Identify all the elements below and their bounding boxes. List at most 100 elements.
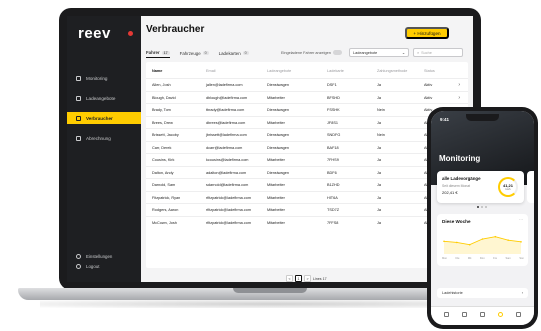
table-row[interactable]: Rodgers, Aaron rfitzpatrick@ladefirma.com…: [146, 203, 468, 216]
table-row[interactable]: McCown, Josh rfitzpatrick@ladefirma.com Mi…: [146, 215, 468, 229]
chart-point: [443, 240, 445, 243]
column-header[interactable]: Status: [424, 69, 435, 73]
table-cell: adalton@ladefirma.com: [206, 170, 247, 175]
tab-ladekarten[interactable]: Ladekarten 0: [219, 50, 249, 58]
table-cell: McCown, Josh: [152, 220, 177, 225]
tab-fahrer[interactable]: Fahrer 17: [146, 50, 170, 58]
phone-screen: 9:41 Monitoring alle Ladevorgänge Seit d…: [431, 111, 534, 325]
sidebar-item-verbraucher[interactable]: Verbraucher: [67, 112, 141, 124]
next-card-peek[interactable]: [527, 171, 534, 203]
card-sub: Seit diesem Monat: [442, 184, 471, 188]
more-icon[interactable]: ···: [519, 217, 523, 222]
table-cell: dbrees@ladefirma.com: [206, 120, 246, 125]
table-cell: Ja: [377, 195, 382, 200]
tab-bar: Fahrer 17 Fahrzeuge 0 Ladekarten 0: [146, 50, 249, 58]
column-header[interactable]: Ladekarte: [327, 69, 344, 73]
notification-icon[interactable]: [128, 31, 133, 36]
table-cell: JF8S1: [327, 120, 338, 125]
carousel-dots: [477, 206, 487, 208]
sidebar-item-label: Einstellungen: [86, 254, 113, 259]
table-cell: Mitarbeiter: [267, 158, 285, 162]
weekday-label: Sam: [505, 257, 511, 260]
sidebar-item-abrechnung[interactable]: Abrechnung: [67, 132, 141, 144]
prev-page-button[interactable]: <: [286, 275, 293, 282]
table-cell: Allen, Josh: [152, 83, 171, 87]
table-cell: Brees, Drew: [152, 120, 173, 125]
table-row[interactable]: Brees, Drew dbrees@ladefirma.com Mitarbeit…: [146, 115, 468, 129]
table-row[interactable]: Carr, Derek dcarr@ladefirma.com Dienstwage…: [146, 140, 468, 154]
chevron-right-icon[interactable]: ›: [458, 95, 460, 101]
table-cell: Blough, David: [152, 95, 176, 100]
list-item-ladehistorie[interactable]: Ladehistorie ›: [437, 288, 528, 298]
table-row[interactable]: Allen, Josh jallen@ladefirma.com Dienstwag…: [146, 78, 468, 91]
table-row[interactable]: Brady, Tom tbrady@ladefirma.com Dienstwage…: [146, 103, 468, 116]
column-header[interactable]: Name: [152, 69, 162, 73]
table-cell: Ja: [377, 145, 382, 150]
table-cell: Aktiv: [424, 83, 433, 87]
table-cell: BDF6: [327, 170, 337, 175]
charging-icon[interactable]: [461, 312, 467, 317]
sidebar-item-label: Monitoring: [86, 75, 108, 81]
card-icon[interactable]: [479, 312, 485, 317]
tab-label: Fahrzeuge: [179, 50, 201, 56]
table-cell: 7FHS9: [327, 158, 339, 162]
table-cell: Dienstwagen: [267, 83, 289, 87]
sidebar-item-logout[interactable]: Logout: [76, 264, 99, 269]
table-cell: TSD7Z: [327, 208, 340, 212]
table-row[interactable]: Darnold, Sam sdarnold@ladefirma.com Mitarb…: [146, 178, 468, 191]
tab-fahrzeuge[interactable]: Fahrzeuge 0: [180, 50, 209, 58]
tab-label: Fahrer: [146, 50, 160, 55]
table-cell: sdarnold@ladefirma.com: [206, 183, 249, 187]
table-row[interactable]: Fitzpatrick, Ryan rfitzpatrick@ladefirma.…: [146, 190, 468, 204]
table-cell: Mitarbeiter: [267, 220, 285, 225]
sidebar-item-einstellungen[interactable]: Einstellungen: [76, 254, 112, 259]
list-item-label: Ladehistorie: [442, 291, 463, 295]
table-row[interactable]: Blough, David dblough@ladefirma.com Mitarb…: [146, 90, 468, 104]
chevron-right-icon[interactable]: ›: [458, 82, 460, 88]
user-icon[interactable]: [516, 312, 522, 317]
column-header[interactable]: Ladeangebote: [267, 69, 291, 73]
sidebar-item-ladeangebote[interactable]: Ladeangebote: [67, 92, 141, 104]
device-mockup: reev Monitoring Ladeangebote Verbraucher…: [0, 0, 541, 331]
table-cell: Ja: [377, 158, 382, 162]
charging-summary-card[interactable]: alle Ladevorgänge Seit diesem Monat 202,…: [437, 171, 524, 203]
page-button[interactable]: 1: [295, 275, 302, 282]
invited-toggle[interactable]: [332, 50, 342, 55]
sidebar-item-monitoring[interactable]: Monitoring: [67, 72, 141, 84]
search-placeholder: Suche: [421, 50, 432, 55]
column-header[interactable]: Zahlungsmethode: [377, 69, 407, 73]
home-icon[interactable]: [443, 312, 449, 317]
search-icon: ⌕: [417, 50, 420, 55]
search-input[interactable]: ⌕ Suche: [413, 48, 463, 57]
table-cell: Dienstwagen: [267, 170, 289, 175]
table-row[interactable]: Dalton, Andy adalton@ladefirma.com Dienstw…: [146, 165, 468, 179]
table-cell: Ja: [377, 220, 382, 225]
table-cell: BAF18: [327, 145, 339, 150]
table-row[interactable]: Brissett, Jacoby jbrissett@ladefirma.com D…: [146, 128, 468, 141]
table-cell: Ja: [377, 83, 382, 87]
pagination: < 1 > Lines 17: [286, 275, 327, 282]
table-cell: rfitzpatrick@ladefirma.com: [206, 195, 251, 200]
add-button[interactable]: + Hinzufügen: [405, 27, 449, 39]
table-body: Allen, Josh jallen@ladefirma.com Dienstwag…: [146, 78, 468, 228]
logout-icon: [76, 264, 81, 269]
tab-count-badge: 17: [161, 50, 170, 55]
sidebar-item-label: Abrechnung: [86, 135, 111, 141]
table-cell: Dienstwagen: [267, 108, 289, 112]
table-cell: Cousins, Kirk: [152, 158, 175, 162]
card-label: alle Ladevorgänge: [442, 176, 481, 181]
clock-icon[interactable]: [498, 312, 504, 317]
table-cell: Dienstwagen: [267, 145, 289, 150]
phone-tab-bar: [431, 306, 534, 325]
sidebar-item-label: Verbraucher: [86, 115, 113, 121]
column-header[interactable]: Email: [206, 69, 216, 73]
table-header: Name Email Ladeangebote Ladekarte Zahlun…: [146, 66, 468, 76]
table-cell: Mitarbeiter: [267, 195, 285, 200]
weekday-label: Fre: [493, 257, 498, 260]
table-cell: Ja: [377, 208, 382, 212]
users-icon: [76, 115, 81, 121]
chart-point: [481, 238, 484, 240]
table-row[interactable]: Cousins, Kirk kcousins@ladefirma.com Mitar…: [146, 153, 468, 166]
filter-select[interactable]: Ladeangebote ⌄: [349, 48, 409, 57]
next-page-button[interactable]: >: [304, 275, 311, 282]
